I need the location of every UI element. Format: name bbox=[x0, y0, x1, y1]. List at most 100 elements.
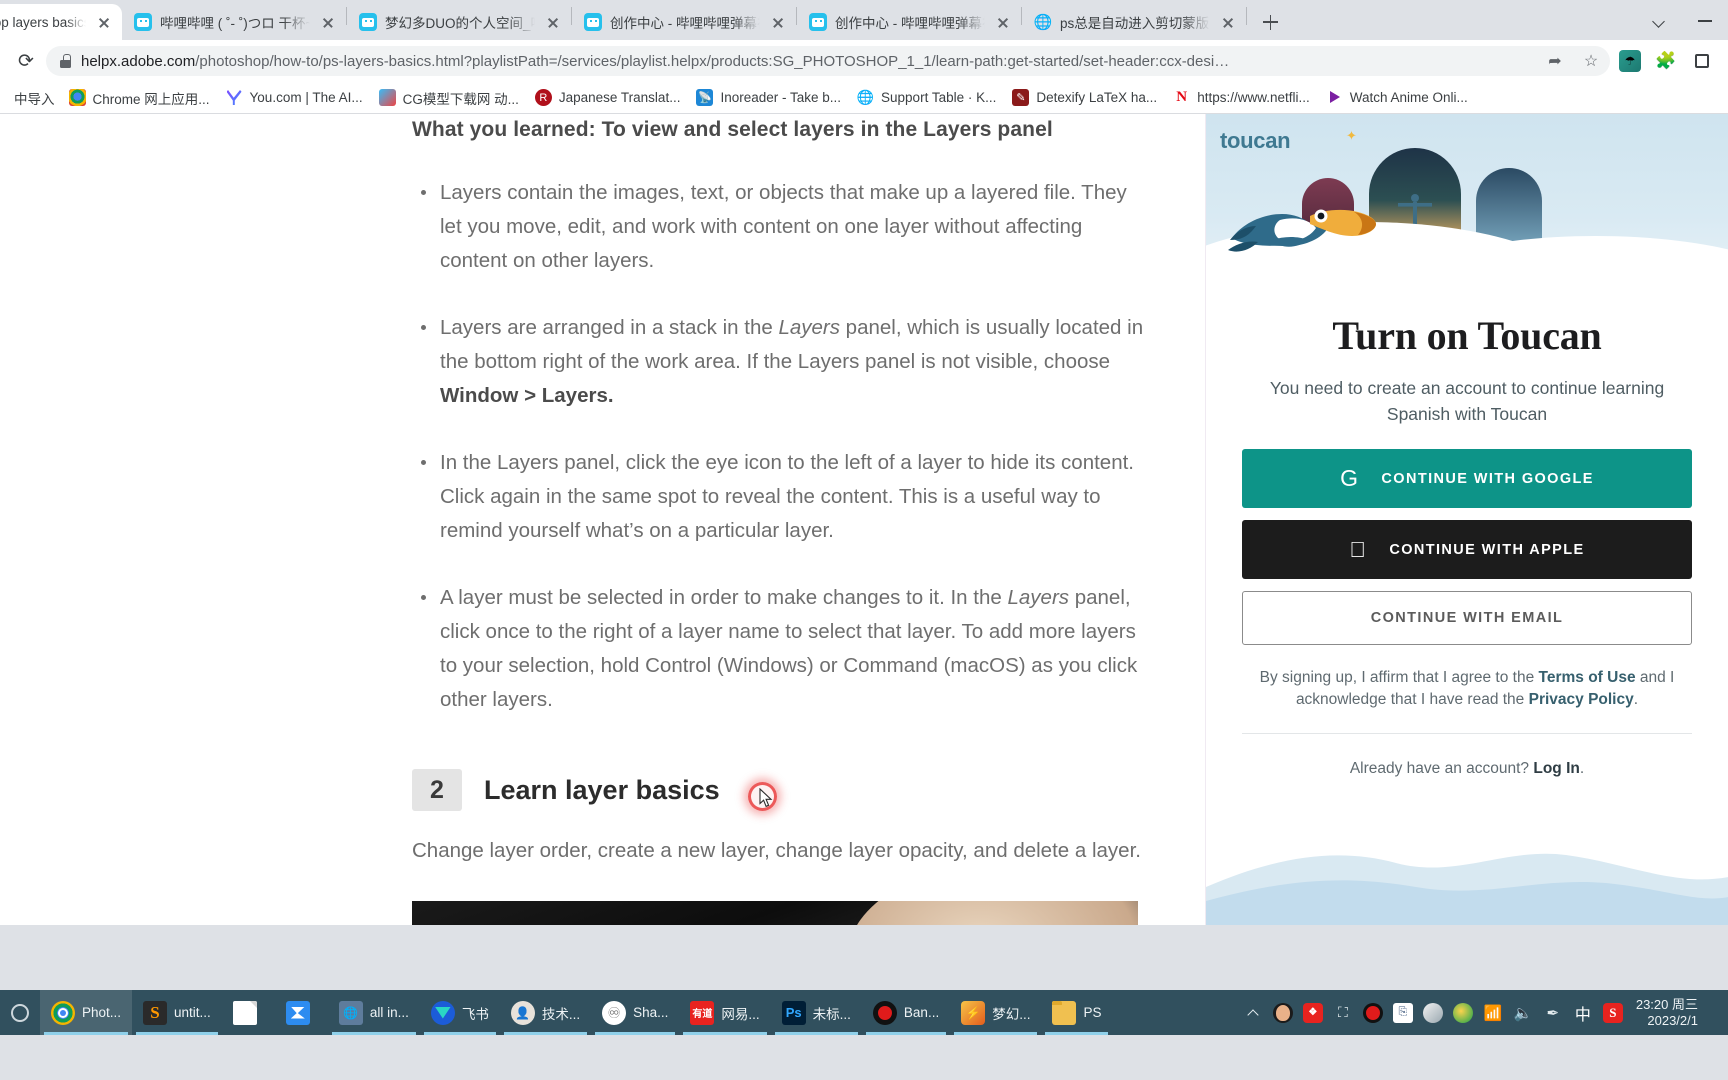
browser-tab[interactable]: 梦幻多DUO的个人空间_哔哩 bbox=[347, 4, 571, 40]
apple-icon:  bbox=[1349, 538, 1367, 561]
button-label: CONTINUE WITH EMAIL bbox=[1370, 610, 1564, 626]
button-label: CONTINUE WITH APPLE bbox=[1380, 541, 1583, 558]
address-bar[interactable]: helpx.adobe.com/photoshop/how-to/ps-laye… bbox=[46, 46, 1610, 76]
bookmark-item[interactable]: N https://www.netfli... bbox=[1165, 85, 1318, 110]
reload-button[interactable]: ⟳ bbox=[10, 45, 42, 77]
screenshot-tray-button[interactable]: ⎘ bbox=[1388, 990, 1418, 1035]
browser-tab[interactable]: 🌐 ps总是自动进入剪切蒙版模 bbox=[1022, 4, 1246, 40]
taskbar-item-youdao[interactable]: 有道 网易... bbox=[679, 990, 770, 1035]
ime-chinese-icon: 中 bbox=[1574, 1006, 1591, 1023]
url-path: /photoshop/how-to/ps-layers-basics.html?… bbox=[195, 52, 1230, 70]
taskbar-item-share-app[interactable]: ♾ Sha... bbox=[591, 990, 679, 1035]
close-icon[interactable] bbox=[993, 12, 1013, 32]
taskbar-item-chrome[interactable]: Phot... bbox=[40, 990, 133, 1035]
tray-expand-button[interactable] bbox=[1238, 990, 1268, 1035]
legal-prefix: By signing up, I affirm that I agree to … bbox=[1259, 669, 1539, 686]
close-icon[interactable] bbox=[543, 12, 563, 32]
screen-capture-tray-button[interactable]: ⛶ bbox=[1328, 990, 1358, 1035]
document-icon bbox=[232, 1000, 257, 1025]
share-app-icon: ♾ bbox=[602, 1000, 627, 1025]
star-icon[interactable]: ☆ bbox=[1578, 48, 1604, 74]
tab-title: oshop layers basics bbox=[0, 14, 86, 30]
folder-icon bbox=[1052, 1000, 1077, 1025]
taskbar-label: 未标... bbox=[812, 1006, 851, 1022]
bookmark-item[interactable]: ✎ Detexify LaTeX ha... bbox=[1004, 85, 1165, 110]
all-in-one-icon: 🌐 bbox=[338, 1000, 363, 1025]
article-column: What you learned: To view and select lay… bbox=[0, 114, 1205, 925]
browser-tab[interactable]: 创作中心 - 哔哩哔哩弹幕视 bbox=[572, 4, 796, 40]
taskbar-item-blue-app[interactable] bbox=[275, 990, 328, 1035]
taskbar-item-feishu[interactable]: 飞书 bbox=[420, 990, 500, 1035]
bookmark-item[interactable]: You.com | The AI... bbox=[218, 85, 371, 110]
continue-with-apple-button[interactable]:  CONTINUE WITH APPLE bbox=[1242, 520, 1692, 579]
log-in-link[interactable]: Log In bbox=[1533, 760, 1580, 777]
browser-tab-active[interactable]: oshop layers basics bbox=[0, 4, 122, 40]
minimize-button[interactable] bbox=[1682, 6, 1728, 36]
taskbar-label: Phot... bbox=[82, 1005, 122, 1020]
bookmark-label: You.com | The AI... bbox=[249, 90, 363, 105]
bookmark-item[interactable]: Chrome 网上应用... bbox=[61, 84, 218, 112]
taskbar-item-sublime[interactable]: S untit... bbox=[132, 990, 222, 1035]
list-item: In the Layers panel, click the eye icon … bbox=[412, 446, 1152, 548]
taskbar-label: 飞书 bbox=[461, 1006, 489, 1022]
cursor-arrow-icon bbox=[759, 788, 773, 808]
taskbar-item-all-in-one[interactable]: 🌐 all in... bbox=[328, 990, 420, 1035]
globe-tray-button[interactable] bbox=[1418, 990, 1448, 1035]
start-button[interactable] bbox=[0, 990, 40, 1035]
continue-with-google-button[interactable]: G CONTINUE WITH GOOGLE bbox=[1242, 449, 1692, 508]
divider bbox=[1242, 733, 1692, 734]
bookmark-label: Detexify LaTeX ha... bbox=[1036, 90, 1158, 105]
close-icon[interactable] bbox=[318, 12, 338, 32]
taskbar-clock[interactable]: 23:20 周三 2023/2/1 bbox=[1628, 997, 1708, 1029]
wifi-button[interactable]: 📶 bbox=[1478, 990, 1508, 1035]
system-tray: ❖ ⛶ ⎘ 📶 🔈 ✒ 中 S 23:20 周三 2023/2/1 bbox=[1238, 990, 1728, 1035]
volume-button[interactable]: 🔈 bbox=[1508, 990, 1538, 1035]
qq-tray-button[interactable] bbox=[1268, 990, 1298, 1035]
privacy-policy-link[interactable]: Privacy Policy bbox=[1529, 691, 1634, 708]
bookmark-label: Chrome 网上应用... bbox=[92, 91, 210, 107]
taskbar-label: all in... bbox=[369, 1005, 409, 1020]
browser-tab[interactable]: 创作中心 - 哔哩哔哩弹幕视 bbox=[797, 4, 1021, 40]
extension-button[interactable]: ☂ bbox=[1614, 45, 1646, 77]
bookmark-label: Watch Anime Onli... bbox=[1349, 90, 1468, 105]
taskbar-item-avatar-app[interactable]: 👤 技术... bbox=[500, 990, 591, 1035]
ime-mode-button[interactable]: 中 bbox=[1568, 990, 1598, 1035]
close-icon[interactable] bbox=[768, 12, 788, 32]
taskbar-item-menghuan[interactable]: ⚡ 梦幻... bbox=[950, 990, 1041, 1035]
tutorial-video-thumbnail[interactable] bbox=[412, 901, 1138, 925]
bookmark-item[interactable]: 🌐 Support Table · K... bbox=[849, 85, 1004, 110]
taskbar-label: PS bbox=[1083, 1005, 1102, 1020]
feishu-icon bbox=[430, 1000, 455, 1025]
bullet-text: Layers contain the images, text, or obje… bbox=[440, 181, 1127, 272]
share-icon[interactable]: ➦ bbox=[1542, 48, 1568, 74]
bookmark-import-label[interactable]: 中导入 bbox=[8, 84, 61, 112]
article-content: What you learned: To view and select lay… bbox=[412, 114, 1152, 925]
red-app-tray-button[interactable]: ❖ bbox=[1298, 990, 1328, 1035]
close-icon[interactable] bbox=[1218, 12, 1238, 32]
bookmark-label: Inoreader - Take b... bbox=[720, 90, 842, 105]
bookmark-item[interactable]: 📡 Inoreader - Take b... bbox=[688, 85, 849, 110]
terms-of-use-link[interactable]: Terms of Use bbox=[1539, 669, 1636, 686]
side-panel-button[interactable] bbox=[1686, 45, 1718, 77]
record-tray-button[interactable] bbox=[1358, 990, 1388, 1035]
continue-with-email-button[interactable]: CONTINUE WITH EMAIL bbox=[1242, 591, 1692, 645]
browser-tab[interactable]: 哔哩哔哩 ( ˚- ˚)つロ 干杯~ bbox=[122, 4, 346, 40]
game-tray-button[interactable] bbox=[1448, 990, 1478, 1035]
close-icon[interactable] bbox=[94, 12, 114, 32]
bookmark-item[interactable]: R Japanese Translat... bbox=[527, 85, 689, 110]
show-desktop-button[interactable] bbox=[1708, 990, 1722, 1035]
extensions-menu-button[interactable]: 🧩 bbox=[1650, 45, 1682, 77]
bookmark-item[interactable]: CG模型下载网 动... bbox=[371, 84, 527, 112]
taskbar-item-ps-folder[interactable]: PS bbox=[1041, 990, 1112, 1035]
pen-tray-button[interactable]: ✒ bbox=[1538, 990, 1568, 1035]
taskbar-item-bandicam[interactable]: Ban... bbox=[862, 990, 950, 1035]
globe-tray-icon bbox=[1422, 1002, 1443, 1023]
new-tab-button[interactable] bbox=[1253, 5, 1287, 39]
taskbar-item-document[interactable] bbox=[222, 990, 275, 1035]
menghuan-icon: ⚡ bbox=[961, 1000, 986, 1025]
sogou-tray-button[interactable]: S bbox=[1598, 990, 1628, 1035]
bookmark-item[interactable]: Watch Anime Onli... bbox=[1318, 85, 1476, 110]
taskbar-item-photoshop[interactable]: Ps 未标... bbox=[771, 990, 862, 1035]
search-tabs-button[interactable] bbox=[1636, 6, 1682, 36]
pen-icon: ✒ bbox=[1546, 1004, 1560, 1022]
